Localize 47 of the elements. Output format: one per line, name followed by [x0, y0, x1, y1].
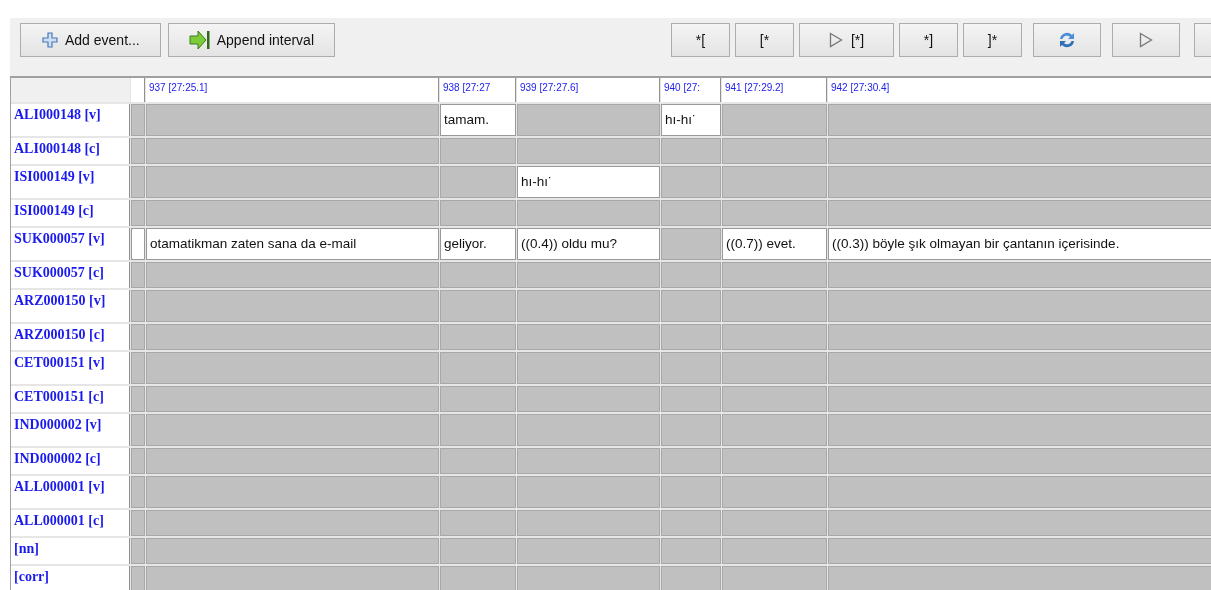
- toolbar-button[interactable]: ]*: [963, 23, 1022, 57]
- tier-label[interactable]: ARZ000150 [v]: [11, 290, 130, 322]
- column-header[interactable]: 938 [27:27: [440, 78, 516, 102]
- tier-label[interactable]: ALL000001 [c]: [11, 510, 130, 536]
- event-cell[interactable]: ((0.7)) evet.: [722, 228, 827, 260]
- column-header[interactable]: 940 [27:: [661, 78, 721, 102]
- append-interval-button[interactable]: Append interval: [167, 23, 335, 57]
- play-icon: [1139, 32, 1153, 48]
- play-button[interactable]: [1112, 23, 1180, 57]
- tier-label[interactable]: IND000002 [v]: [11, 414, 130, 446]
- event-cell[interactable]: geliyor.: [440, 228, 516, 260]
- tier-label[interactable]: [corr]: [11, 566, 130, 590]
- tier-label[interactable]: CET000151 [c]: [11, 386, 130, 412]
- event-cell[interactable]: ((0.4)) oldu mu?: [517, 228, 660, 260]
- add-event-button[interactable]: Add event...: [20, 23, 161, 57]
- tier-label[interactable]: CET000151 [v]: [11, 352, 130, 384]
- column-header[interactable]: 942 [27:30.4]: [828, 78, 1211, 102]
- play-selection-button[interactable]: [*]: [799, 23, 894, 57]
- refresh-icon: [1057, 30, 1077, 50]
- refresh-button[interactable]: [1033, 23, 1101, 57]
- event-cell[interactable]: ((0.3)) böyle şık olmayan bir çantanın içerisinde.: [828, 228, 1211, 260]
- event-cell[interactable]: otamatikman zaten sana da e-mail: [146, 228, 439, 260]
- event-cell[interactable]: hı-hı˙: [517, 166, 660, 198]
- tier-label[interactable]: ISI000149 [c]: [11, 200, 130, 226]
- tier-label[interactable]: IND000002 [c]: [11, 448, 130, 474]
- plus-icon: [41, 31, 59, 49]
- tier-label[interactable]: ALL000001 [v]: [11, 476, 130, 508]
- tier-label[interactable]: ALI000148 [v]: [11, 104, 130, 136]
- tier-label[interactable]: SUK000057 [v]: [11, 228, 130, 260]
- toolbar-button[interactable]: [*: [735, 23, 794, 57]
- arrow-icon: [188, 30, 211, 50]
- toolbar-button[interactable]: [1194, 23, 1211, 57]
- toolbar-button[interactable]: *[: [671, 23, 730, 57]
- play-icon: [828, 32, 843, 48]
- tier-label[interactable]: ALI000148 [c]: [11, 138, 130, 164]
- event-cell[interactable]: hı-hı˙: [661, 104, 721, 136]
- tier-label[interactable]: SUK000057 [c]: [11, 262, 130, 288]
- tier-label[interactable]: [nn]: [11, 538, 130, 564]
- column-header[interactable]: 937 [27:25.1]: [146, 78, 439, 102]
- tier-label[interactable]: ARZ000150 [c]: [11, 324, 130, 350]
- column-header[interactable]: [131, 78, 145, 102]
- toolbar-button[interactable]: *]: [899, 23, 958, 57]
- column-header[interactable]: 939 [27:27.6]: [517, 78, 660, 102]
- tier-label[interactable]: ISI000149 [v]: [11, 166, 130, 198]
- empty-event-cell[interactable]: [131, 228, 145, 260]
- column-header[interactable]: 941 [27:29.2]: [722, 78, 827, 102]
- event-cell[interactable]: tamam.: [440, 104, 516, 136]
